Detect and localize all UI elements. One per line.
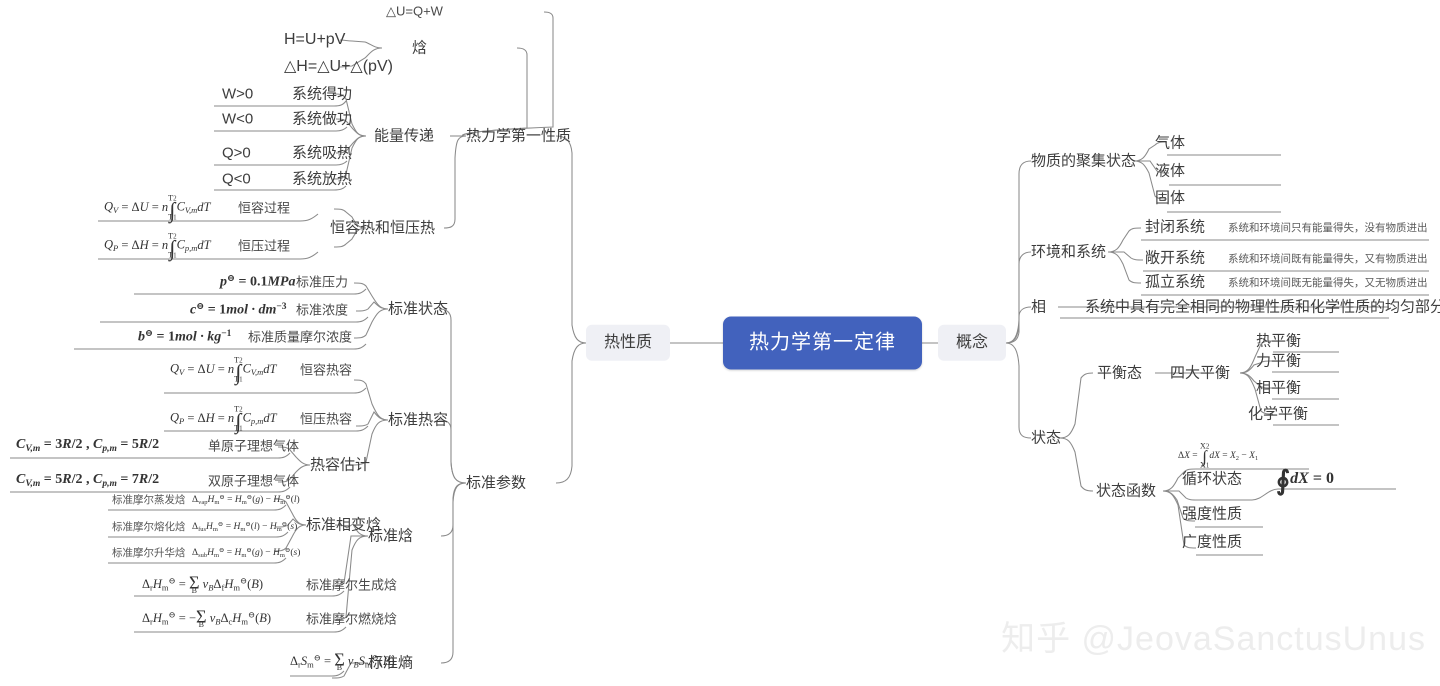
node-standard-phase-change-enthalpy[interactable]: 标准相变焓 — [306, 516, 381, 533]
hc-est-row-formula: CV,m = 3R/2 , Cp,m = 5R/2 — [16, 437, 160, 454]
aggregation-item: 液体 — [1155, 162, 1186, 180]
std-state-row-text: 标准压力 — [296, 274, 349, 290]
node-state[interactable]: 状态 — [1031, 429, 1061, 446]
std-hc-row-text: 恒容热容 — [300, 362, 353, 378]
watermark: 知乎 @JeovaSanctusUnus — [1001, 620, 1426, 658]
equilibrium-item: 相平衡 — [1256, 379, 1302, 397]
node-aggregation-state[interactable]: 物质的聚集状态 — [1031, 152, 1136, 169]
branch-thermal-properties[interactable]: 热性质 — [586, 324, 671, 362]
std-state-row-formula: p⊖ = 0.1MPa — [220, 273, 296, 290]
env-system-item-desc: 系统和环境间既有能量得失，又有物质进出 — [1228, 252, 1428, 265]
node-equilibrium-state[interactable]: 平衡态 — [1097, 364, 1142, 381]
aggregation-item: 气体 — [1155, 134, 1186, 152]
phase-change-row-name: 标准摩尔升华焓 — [112, 546, 186, 559]
node-enthalpy[interactable]: 焓 — [412, 39, 427, 56]
hc-est-row-text: 双原子理想气体 — [208, 473, 300, 489]
node-cv-cp-heat[interactable]: 恒容热和恒压热 — [330, 219, 435, 236]
std-state-row-formula: c⊖ = 1mol · dm−3 — [190, 301, 287, 318]
env-system-item-desc: 系统和环境间既无能量得失，又无物质进出 — [1228, 276, 1428, 289]
state-function-item: 广度性质 — [1182, 533, 1243, 551]
hc-est-row-text: 单原子理想气体 — [208, 438, 300, 454]
std-enthalpy-row-formula: ΔrHm⊖ = − Σ B vBΔcHm⊖(B) — [142, 606, 272, 629]
phase-change-row-formula: ΔvapHm⊖ = Hm⊖(g) − Hm⊖(l) — [192, 493, 300, 506]
hc-est-row-formula: CV,m = 5R/2 , Cp,m = 7R/2 — [16, 472, 160, 489]
node-phase[interactable]: 相 — [1031, 298, 1046, 315]
std-enthalpy-row-text: 标准摩尔燃烧焓 — [306, 611, 398, 627]
std-hc-row-formula: QV = ΔU = n T2 ∫ T1 CV,mdT — [170, 355, 277, 385]
node-phase-desc: 系统中具有完全相同的物理性质和化学性质的均匀部分 — [1085, 298, 1440, 316]
energy-row-text: 系统得功 — [292, 85, 353, 103]
phase-change-row-formula: ΔfusHm⊖ = Hm⊖(l) − Hm⊖(s) — [192, 520, 298, 533]
energy-row-text: 系统做功 — [292, 110, 353, 128]
state-function-item: 循环状态 — [1182, 470, 1243, 488]
mindmap-canvas: 热力学第一定律 热性质 概念 热力学第一性质 △U=Q+W 焓 H=U+pV △… — [0, 0, 1440, 686]
std-entropy-formula: ΔrSm⊖ = ΣB vBSm⊖(B) — [290, 649, 395, 672]
energy-row-text: 系统放热 — [292, 170, 353, 188]
cv-cp-row-formula: QV = ΔU = n T2 ∫ T1 CV,mdT — [104, 193, 211, 223]
energy-row-text: 系统吸热 — [292, 144, 353, 162]
std-enthalpy-row-text: 标准摩尔生成焓 — [306, 577, 398, 593]
state-function-item: 强度性质 — [1182, 505, 1243, 523]
energy-row-symbol: Q>0 — [222, 144, 251, 162]
phase-change-row-formula: ΔsubHm⊖ = Hm⊖(g) − Hm⊖(s) — [192, 546, 301, 559]
energy-row-symbol: W<0 — [222, 110, 254, 128]
cv-cp-row-text: 恒压过程 — [238, 238, 291, 254]
node-standard-heat-capacity[interactable]: 标准热容 — [388, 411, 448, 428]
equilibrium-item: 化学平衡 — [1248, 405, 1309, 423]
node-standard-params[interactable]: 标准参数 — [466, 474, 526, 491]
aggregation-item: 固体 — [1155, 189, 1186, 207]
std-enthalpy-row-formula: ΔrHm⊖ = ΣB vBΔfHm⊖(B) — [142, 572, 264, 595]
node-heat-capacity-estimate[interactable]: 热容估计 — [310, 456, 370, 473]
node-delta-u-formula: △U=Q+W — [386, 3, 443, 19]
branch-concepts[interactable]: 概念 — [938, 324, 1007, 362]
env-system-item-label: 敞开系统 — [1145, 249, 1206, 267]
root-node[interactable]: 热力学第一定律 — [723, 316, 922, 370]
equilibrium-item: 力平衡 — [1256, 352, 1302, 370]
cv-cp-row-text: 恒容过程 — [238, 200, 291, 216]
equilibrium-item: 热平衡 — [1256, 332, 1302, 350]
node-state-function[interactable]: 状态函数 — [1096, 482, 1156, 499]
std-state-row-text: 标准浓度 — [296, 302, 349, 318]
node-env-system[interactable]: 环境和系统 — [1031, 243, 1106, 260]
std-hc-row-text: 恒压热容 — [300, 411, 353, 427]
node-enthalpy-formula-1: H=U+pV — [284, 30, 346, 48]
state-function-delta-formula: ΔX = X2 ∫ X1 dX = X2 − X1 — [1178, 441, 1259, 470]
energy-row-symbol: W>0 — [222, 85, 254, 103]
node-enthalpy-formula-2: △H=△U+△(pV) — [284, 57, 393, 75]
env-system-item-label: 封闭系统 — [1145, 218, 1206, 236]
node-standard-state[interactable]: 标准状态 — [388, 300, 448, 317]
energy-row-symbol: Q<0 — [222, 170, 251, 188]
node-energy-transfer[interactable]: 能量传递 — [374, 127, 434, 144]
phase-change-row-name: 标准摩尔蒸发焓 — [112, 493, 186, 506]
env-system-item-label: 孤立系统 — [1145, 273, 1206, 291]
cv-cp-row-formula: QP = ΔH = n T2 ∫ T1 Cp,mdT — [104, 231, 211, 261]
std-state-row-formula: b⊖ = 1mol · kg−1 — [138, 328, 232, 345]
node-first-property[interactable]: 热力学第一性质 — [466, 127, 571, 144]
std-hc-row-formula: QP = ΔH = n T2 ∫ T1 Cp,mdT — [170, 404, 277, 434]
node-four-equilibria[interactable]: 四大平衡 — [1170, 364, 1230, 381]
phase-change-row-name: 标准摩尔熔化焓 — [112, 520, 186, 533]
cycle-state-formula: ∮dX = 0 — [1276, 465, 1334, 496]
std-state-row-text: 标准质量摩尔浓度 — [248, 329, 353, 345]
env-system-item-desc: 系统和环境间只有能量得失，没有物质进出 — [1228, 221, 1428, 234]
